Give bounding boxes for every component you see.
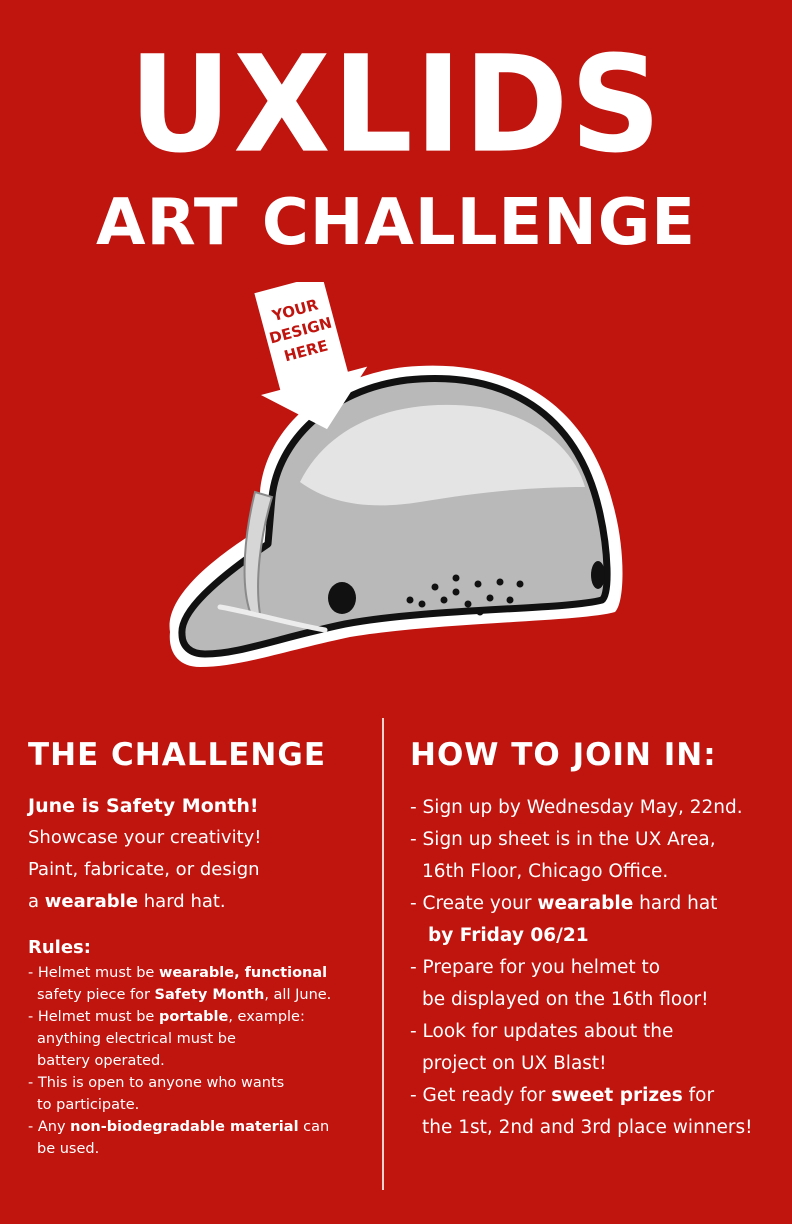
rules-heading: Rules: <box>28 937 91 958</box>
challenge-section: THE CHALLENGE June is Safety Month! Show… <box>28 734 368 1160</box>
rule-item: - Any non-biodegradable material can be … <box>28 1119 330 1157</box>
join-heading: HOW TO JOIN IN: <box>410 737 717 773</box>
join-item: - Create your wearable hard hat by Frida… <box>410 893 718 946</box>
subtitle: ART CHALLENGE <box>95 186 697 260</box>
helmet-illustration: YOUR DESIGN HERE <box>169 282 623 667</box>
helmet-back-slot <box>591 561 605 589</box>
join-item: - Prepare for you helmet to be displayed… <box>410 957 709 1010</box>
join-item: - Sign up by Wednesday May, 22nd. <box>410 797 743 818</box>
challenge-line-3: a wearable hard hat. <box>28 891 226 912</box>
title: UXLIDS <box>129 26 663 183</box>
rule-item: - Helmet must be wearable, functional sa… <box>28 965 332 1003</box>
challenge-lead: June is Safety Month! <box>28 795 259 817</box>
column-divider <box>382 718 384 1190</box>
join-item: - Look for updates about the project on … <box>410 1021 674 1074</box>
challenge-line-1: Showcase your creativity! <box>28 827 262 848</box>
helmet-rivet <box>328 582 356 614</box>
rules-list: - Helmet must be wearable, functional sa… <box>28 962 368 1160</box>
rule-item: - Helmet must be portable, example: anyt… <box>28 1009 305 1069</box>
challenge-heading: THE CHALLENGE <box>28 737 326 773</box>
join-item: - Sign up sheet is in the UX Area, 16th … <box>410 829 716 882</box>
join-section: HOW TO JOIN IN: - Sign up by Wednesday M… <box>410 734 785 1144</box>
join-list: - Sign up by Wednesday May, 22nd. - Sign… <box>410 792 785 1144</box>
rule-item: - This is open to anyone who wants to pa… <box>28 1075 285 1113</box>
challenge-line-2: Paint, fabricate, or design <box>28 859 260 880</box>
join-item: - Get ready for sweet prizes for the 1st… <box>410 1085 753 1138</box>
